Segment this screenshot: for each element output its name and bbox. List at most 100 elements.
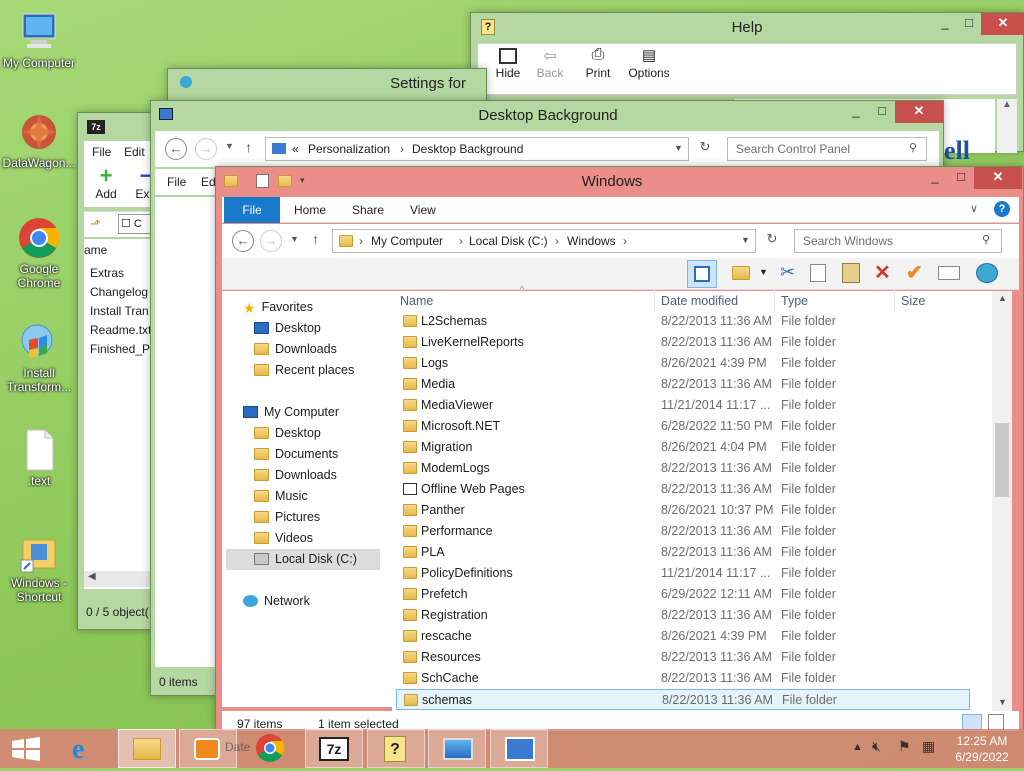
chevron-down-icon[interactable]: ▼ [674,143,683,153]
column-type[interactable]: Type [781,294,808,308]
close-button[interactable]: ✕ [974,167,1022,189]
table-row[interactable]: LiveKernelReports 8/22/2013 11:36 AM File … [396,332,970,353]
breadcrumb-desktop-background[interactable]: Desktop Background [412,142,523,156]
nav-fav-desktop[interactable]: Desktop [254,318,321,339]
table-row[interactable]: Migration 8/26/2021 4:04 PM File folder [396,437,970,458]
scroll-down-arrow-icon[interactable]: ▼ [998,697,1007,707]
nav-pc-music[interactable]: Music [254,486,308,507]
vertical-scrollbar[interactable]: ▲ ▼ [992,291,1012,711]
breadcrumb-local-disk[interactable]: Local Disk (C:) [469,234,548,248]
table-row[interactable]: Media 8/22/2013 11:36 AM File folder [396,374,970,395]
back-button[interactable]: ⇦ Back [530,46,570,80]
new-folder-icon[interactable] [278,175,292,187]
refresh-button[interactable]: ↻ [762,231,782,251]
cut-icon[interactable]: ✂ [780,262,795,283]
table-row[interactable]: MediaViewer 11/21/2014 11:17 ... File fold… [396,395,970,416]
table-row[interactable]: SchCache 8/22/2013 11:36 AM File folder [396,668,970,689]
network-status-icon[interactable]: ▦ [922,738,935,755]
close-button[interactable]: ✕ [895,101,943,123]
tab-view[interactable]: View [410,203,436,217]
maximize-button[interactable]: □ [948,167,974,189]
delete-icon[interactable]: ✕ [874,260,891,285]
scroll-up-arrow-icon[interactable]: ▲ [998,293,1007,303]
nav-pc-desktop[interactable]: Desktop [254,423,321,444]
maximize-button[interactable]: □ [869,101,895,123]
nav-pc-pictures[interactable]: Pictures [254,507,320,528]
hide-button[interactable]: Hide [488,46,528,80]
table-row[interactable]: Performance 8/22/2013 11:36 AM File folder [396,521,970,542]
taskbar-7zip[interactable]: 7z [305,729,363,768]
start-button[interactable] [0,729,54,768]
clock[interactable]: 12:25 AM 6/29/2022 [950,733,1014,765]
taskbar-settings[interactable] [490,729,548,768]
list-item[interactable]: Finished_Pr [90,342,154,356]
desktop-icon-windows-shortcut[interactable]: Windows - Shortcut [0,530,78,604]
checkmark-icon[interactable]: ✔ [906,260,923,285]
folder-options-icon[interactable] [732,266,750,280]
breadcrumb-overflow[interactable]: « [292,142,299,156]
customize-quick-access-icon[interactable]: ▾ [300,175,305,186]
nav-pc-documents[interactable]: Documents [254,444,338,465]
forward-button[interactable]: → [260,230,282,252]
table-row[interactable]: PolicyDefinitions 11/21/2014 11:17 ... Fil… [396,563,970,584]
nav-pc-local-disk[interactable]: Local Disk (C:) [226,549,380,570]
name-column-header[interactable]: ame [84,243,107,257]
volume-muted-icon[interactable]: 🔇︎ [872,738,881,755]
properties-icon[interactable] [256,174,269,188]
desktop-icon-google-chrome[interactable]: Google Chrome [0,216,78,290]
help-icon[interactable]: ? [994,201,1010,217]
back-button[interactable]: ← [165,138,187,160]
nav-favorites[interactable]: ★ Favorites [243,297,313,318]
desktop-icon-install-transform[interactable]: Install Transform... [0,320,78,394]
up-button[interactable]: ↑ [245,139,252,155]
table-row[interactable]: Prefetch 6/29/2022 12:11 AM File folder [396,584,970,605]
table-row[interactable]: Offline Web Pages 8/22/2013 11:36 AM File … [396,479,970,500]
large-icons-view-icon[interactable] [988,714,1004,730]
chevron-down-icon[interactable]: ▼ [759,267,768,277]
table-row[interactable]: schemas 8/22/2013 11:36 AM File folder [396,689,970,710]
table-row[interactable]: PLA 8/22/2013 11:36 AM File folder [396,542,970,563]
table-row[interactable]: rescache 8/26/2021 4:39 PM File folder [396,626,970,647]
list-item[interactable]: Readme.txt [90,323,151,337]
expand-ribbon-icon[interactable]: ∨ [970,202,978,215]
desktop-icon-text-file[interactable]: .text [0,428,78,488]
minimize-button[interactable]: _ [933,13,957,35]
nav-fav-recent[interactable]: Recent places [254,360,354,381]
breadcrumb-personalization[interactable]: Personalization [308,142,390,156]
explorer-breadcrumb[interactable]: › My Computer › Local Disk (C:) › Window… [332,229,756,253]
menu-edit[interactable]: Edit [124,145,145,159]
close-button[interactable]: ✕ [981,13,1024,35]
options-button[interactable]: ▤ Options [624,46,674,80]
desktop-icon-datawagon[interactable]: DataWagon... [0,110,78,170]
menu-file[interactable]: File [92,145,111,159]
table-row[interactable]: ModemLogs 8/22/2013 11:36 AM File folder [396,458,970,479]
column-name[interactable]: Name [400,294,433,308]
taskbar-help[interactable]: ? [367,729,425,768]
preview-pane-button[interactable] [687,260,717,288]
recent-locations-dropdown[interactable]: ▼ [290,234,299,244]
up-button[interactable]: ↑ [312,231,319,247]
table-row[interactable]: Logs 8/26/2021 4:39 PM File folder [396,353,970,374]
list-item[interactable]: Extras [90,266,124,280]
breadcrumb-my-computer[interactable]: My Computer [371,234,443,248]
paste-icon[interactable] [842,263,860,283]
nav-fav-downloads[interactable]: Downloads [254,339,337,360]
scroll-thumb[interactable] [995,423,1009,497]
list-item[interactable]: Install Tran [90,304,149,318]
print-button[interactable]: ⎙ Print [578,46,618,80]
add-button[interactable]: + Add [90,165,122,202]
tab-share[interactable]: Share [352,203,384,217]
nav-pc-downloads[interactable]: Downloads [254,465,337,486]
column-date-modified[interactable]: Date modified [661,294,738,308]
minimize-button[interactable]: _ [922,167,948,189]
details-view-icon[interactable] [962,714,982,730]
chevron-down-icon[interactable]: ▼ [741,235,750,245]
taskbar-internet-explorer[interactable]: e [58,729,114,768]
taskbar-desktop-background[interactable] [428,729,486,768]
forward-button[interactable]: → [195,138,217,160]
taskbar-file-explorer[interactable] [118,729,176,768]
back-button[interactable]: ← [232,230,254,252]
nav-pc-videos[interactable]: Videos [254,528,313,549]
tab-file[interactable]: File [224,197,280,223]
table-row[interactable]: Resources 8/22/2013 11:36 AM File folder [396,647,970,668]
